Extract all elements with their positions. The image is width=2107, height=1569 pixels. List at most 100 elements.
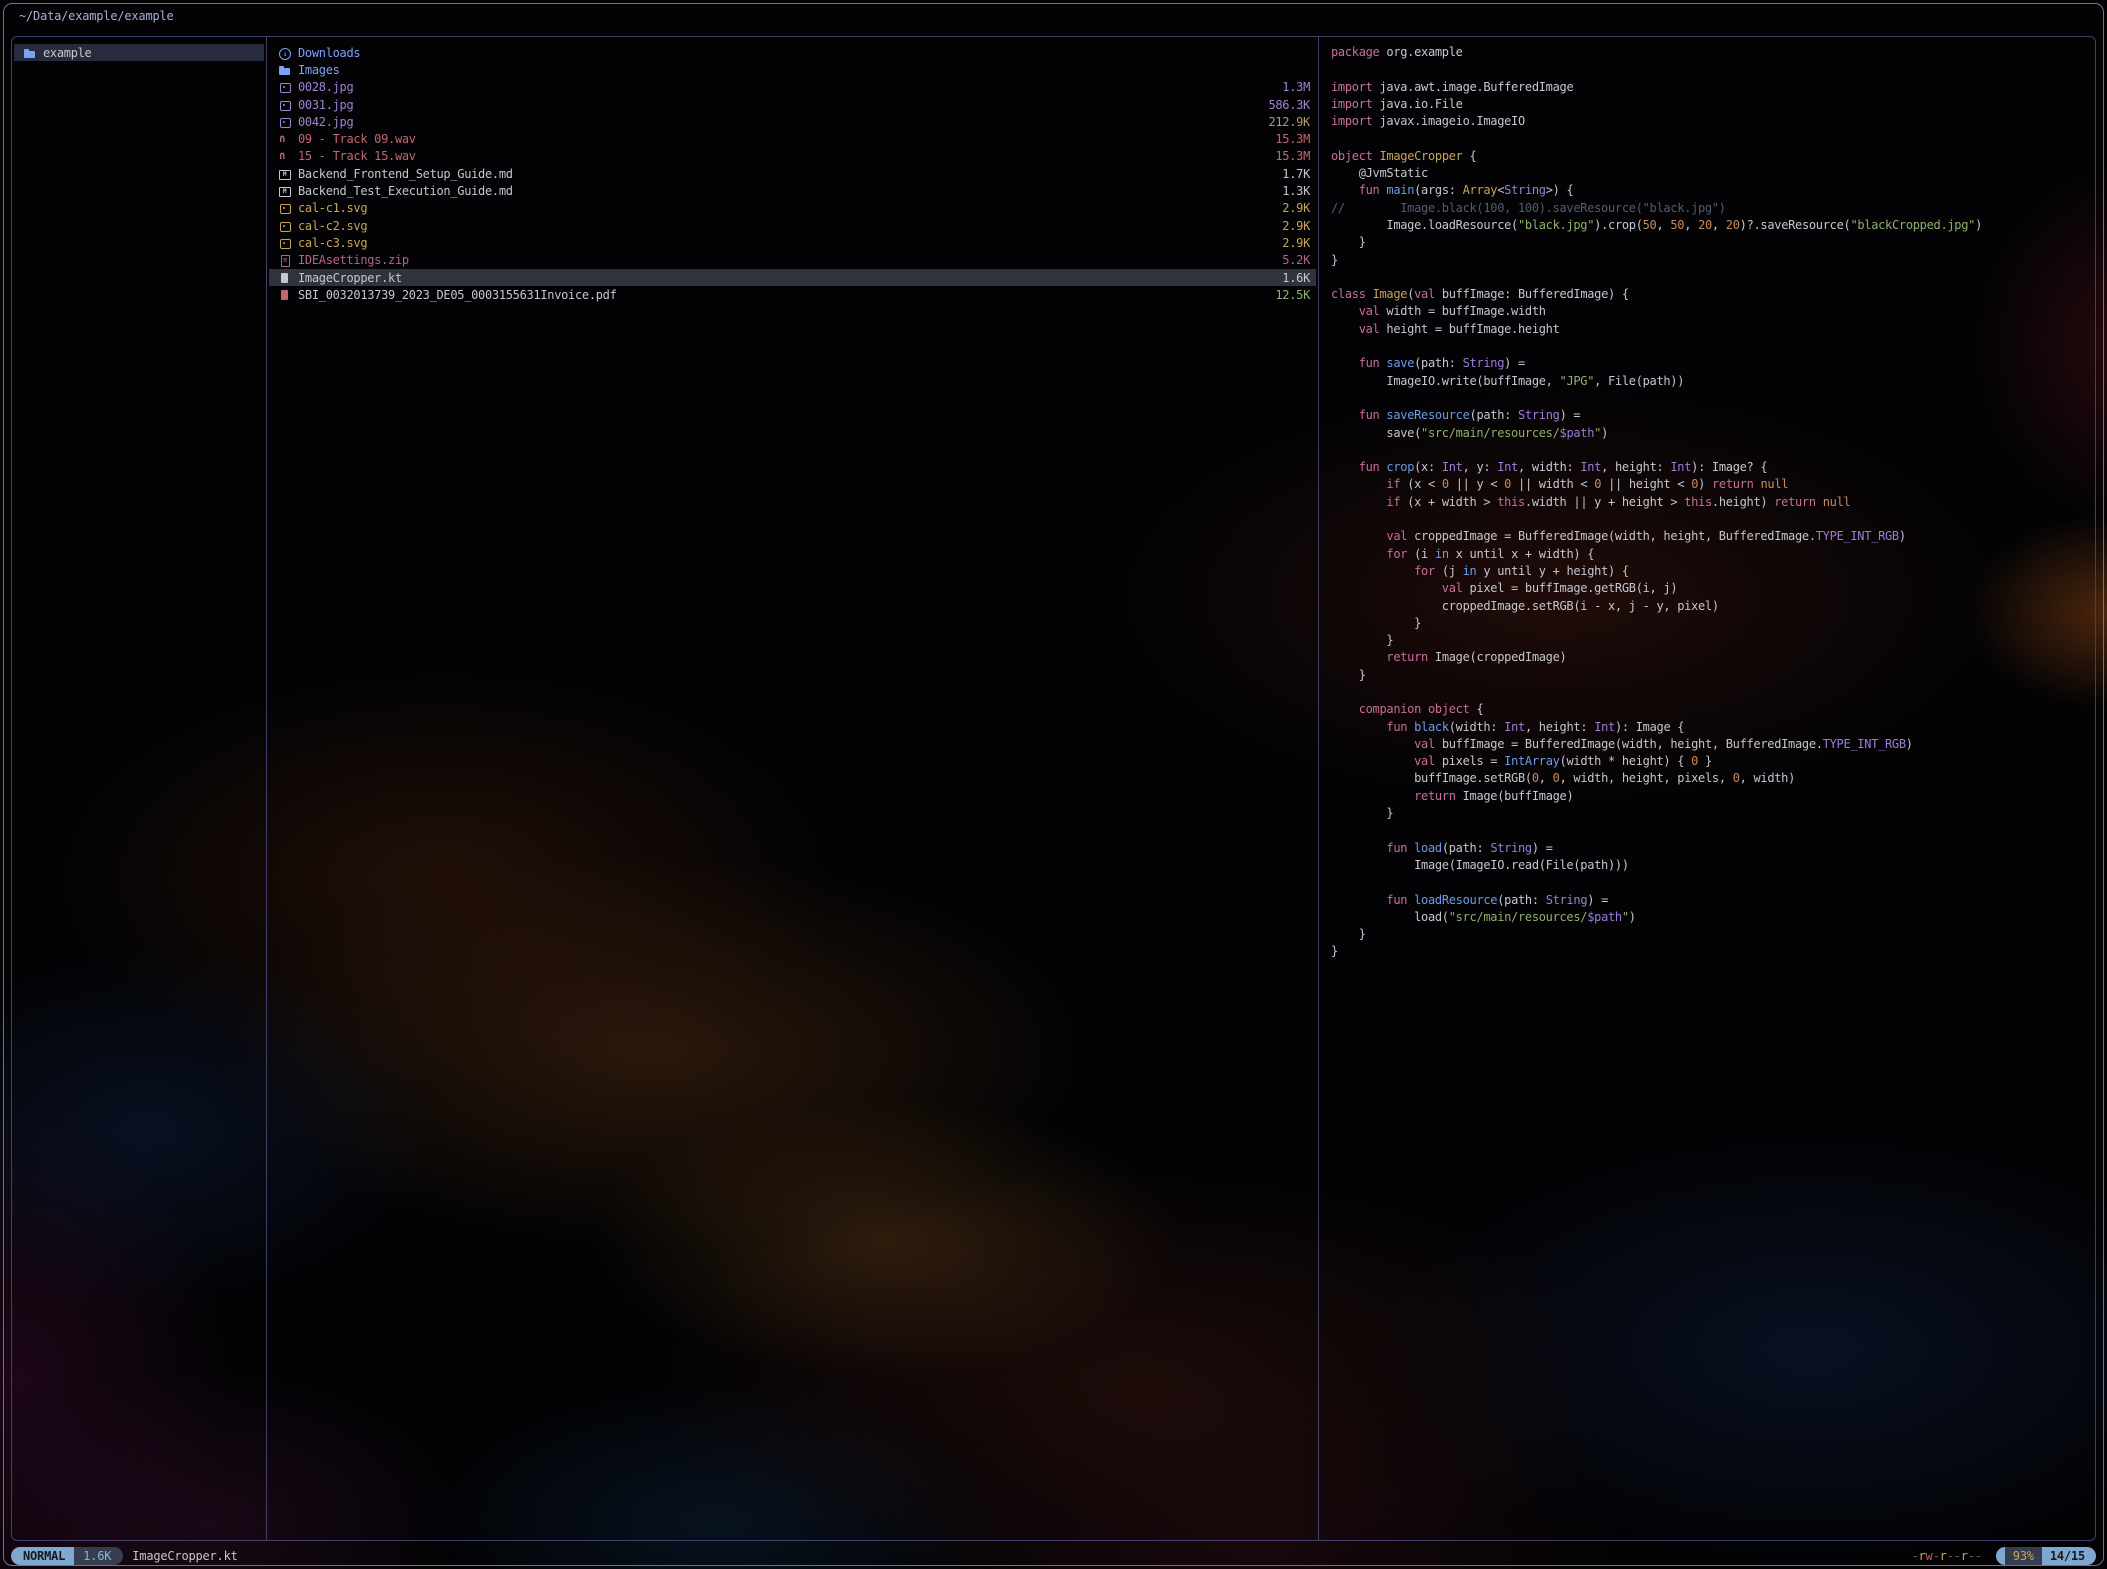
folder-icon xyxy=(279,64,291,76)
file-size: 2.9K xyxy=(1282,236,1310,250)
code-line xyxy=(1331,511,2095,528)
code-line: } xyxy=(1331,926,2095,943)
file-name: Downloads xyxy=(298,46,360,60)
code-line: val croppedImage = BufferedImage(width, … xyxy=(1331,528,2095,545)
file-row[interactable]: cal-c1.svg2.9K xyxy=(269,200,1316,217)
code-line: } xyxy=(1331,943,2095,960)
file-size: 1.7K xyxy=(1282,167,1310,181)
file-row[interactable]: cal-c3.svg 2.9K xyxy=(269,234,1316,251)
code-line: croppedImage.setRGB(i - x, j - y, pixel) xyxy=(1331,598,2095,615)
code-line: fun save(path: String) = xyxy=(1331,355,2095,372)
code-line: fun black(width: Int, height: Int): Imag… xyxy=(1331,719,2095,736)
code-line: import javax.imageio.ImageIO xyxy=(1331,113,2095,130)
file-name: ImageCropper.kt xyxy=(298,271,402,285)
scroll-percent: 93% xyxy=(2005,1547,2042,1565)
code-line: fun loadResource(path: String) = xyxy=(1331,892,2095,909)
code-line: import java.io.File xyxy=(1331,96,2095,113)
file-name: Backend_Test_Execution_Guide.md xyxy=(298,184,513,198)
code-line: } xyxy=(1331,234,2095,251)
file-manager-panes: example Downloads Images 0028.jpg 1.3M 0031.… xyxy=(11,36,2096,1541)
code-line: return Image(buffImage) xyxy=(1331,788,2095,805)
svg-icon xyxy=(279,237,291,249)
code-line xyxy=(1331,684,2095,701)
code-line: import java.awt.image.BufferedImage xyxy=(1331,79,2095,96)
directory-row[interactable]: Images xyxy=(269,61,1316,78)
directory-row[interactable]: Downloads xyxy=(269,44,1316,61)
code-line xyxy=(1331,874,2095,891)
code-line: class Image(val buffImage: BufferedImage… xyxy=(1331,286,2095,303)
file-name: example xyxy=(43,46,91,60)
svg-icon xyxy=(279,220,291,232)
file-size: 1.3M xyxy=(1282,80,1310,94)
parent-directory-pane: example xyxy=(12,37,266,1540)
code-line: companion object { xyxy=(1331,701,2095,718)
file-row[interactable]: 09 - Track 09.wav15.3M xyxy=(269,130,1316,147)
zip-icon xyxy=(279,254,291,266)
file-row[interactable]: 15 - Track 15.wav15.3M xyxy=(269,148,1316,165)
file-name: IDEAsettings.zip xyxy=(298,253,409,267)
file-size: 15.3M xyxy=(1275,149,1310,163)
code-line: fun crop(x: Int, y: Int, width: Int, hei… xyxy=(1331,459,2095,476)
file-row[interactable]: Backend_Test_Execution_Guide.md 1.3K xyxy=(269,182,1316,199)
file-row[interactable]: IDEAsettings.zip5.2K xyxy=(269,252,1316,269)
directory-row[interactable]: example xyxy=(14,44,264,61)
code-line: load("src/main/resources/$path") xyxy=(1331,909,2095,926)
code-line: val height = buffImage.height xyxy=(1331,321,2095,338)
file-name: Images xyxy=(298,63,340,77)
code-line: if (x < 0 || y < 0 || width < 0 || heigh… xyxy=(1331,476,2095,493)
status-bar-left: NORMAL 1.6K ImageCropper.kt xyxy=(11,1547,238,1565)
file-row[interactable]: Backend_Frontend_Setup_Guide.md 1.7K xyxy=(269,165,1316,182)
file-row[interactable]: 0042.jpg 212.9K xyxy=(269,113,1316,130)
image-icon xyxy=(279,81,291,93)
image-icon xyxy=(279,116,291,128)
audio-icon xyxy=(279,133,291,145)
preview-pane: package org.exampleimport java.awt.image… xyxy=(1319,37,2095,1540)
code-line: val pixel = buffImage.getRGB(i, j) xyxy=(1331,580,2095,597)
file-size: 1.3K xyxy=(1282,184,1310,198)
file-name: 0031.jpg xyxy=(298,98,353,112)
code-line: } xyxy=(1331,252,2095,269)
status-filename: ImageCropper.kt xyxy=(132,1549,237,1563)
image-icon xyxy=(279,99,291,111)
code-line: } xyxy=(1331,632,2095,649)
pdf-icon xyxy=(279,289,291,301)
svg-icon xyxy=(279,202,291,214)
file-row[interactable]: 0031.jpg 586.3K xyxy=(269,96,1316,113)
code-line: val width = buffImage.width xyxy=(1331,303,2095,320)
code-line xyxy=(1331,442,2095,459)
code-line: fun saveResource(path: String) = xyxy=(1331,407,2095,424)
file-name: cal-c2.svg xyxy=(298,219,367,233)
code-line xyxy=(1331,130,2095,147)
file-name: SBI_0032013739_2023_DE05_0003155631Invoi… xyxy=(298,288,617,302)
file-size: 12.5K xyxy=(1275,288,1310,302)
code-line: buffImage.setRGB(0, 0, width, height, pi… xyxy=(1331,770,2095,787)
code-line: save("src/main/resources/$path") xyxy=(1331,425,2095,442)
code-line: if (x + width > this.width || y + height… xyxy=(1331,494,2095,511)
markdown-icon xyxy=(279,168,291,180)
progress-pill-cap xyxy=(1996,1547,2005,1565)
file-permissions: -rw-r--r-- xyxy=(1911,1549,1981,1563)
cursor-position: 14/15 xyxy=(2042,1547,2096,1565)
mode-indicator: NORMAL xyxy=(11,1547,74,1565)
file-row[interactable]: cal-c2.svg 2.9K xyxy=(269,217,1316,234)
file-size: 212.9K xyxy=(1268,115,1310,129)
file-row[interactable]: ImageCropper.kt1.6K xyxy=(269,269,1316,286)
folder-icon xyxy=(24,47,36,59)
file-size: 586.3K xyxy=(1268,98,1310,112)
code-line xyxy=(1331,338,2095,355)
file-row[interactable]: SBI_0032013739_2023_DE05_0003155631Invoi… xyxy=(269,286,1316,303)
markdown-icon xyxy=(279,185,291,197)
file-size: 15.3M xyxy=(1275,132,1310,146)
code-line: val pixels = IntArray(width * height) { … xyxy=(1331,753,2095,770)
code-line: Image.loadResource("black.jpg").crop(50,… xyxy=(1331,217,2095,234)
code-line: return Image(croppedImage) xyxy=(1331,649,2095,666)
file-name: 0042.jpg xyxy=(298,115,353,129)
file-name: cal-c3.svg xyxy=(298,236,367,250)
file-size: 2.9K xyxy=(1282,219,1310,233)
file-name: cal-c1.svg xyxy=(298,201,367,215)
file-name: 0028.jpg xyxy=(298,80,353,94)
file-name: Backend_Frontend_Setup_Guide.md xyxy=(298,167,513,181)
code-line: val buffImage = BufferedImage(width, hei… xyxy=(1331,736,2095,753)
file-row[interactable]: 0028.jpg 1.3M xyxy=(269,79,1316,96)
current-directory-pane: Downloads Images 0028.jpg 1.3M 0031.jpg 586.3… xyxy=(267,37,1318,1540)
